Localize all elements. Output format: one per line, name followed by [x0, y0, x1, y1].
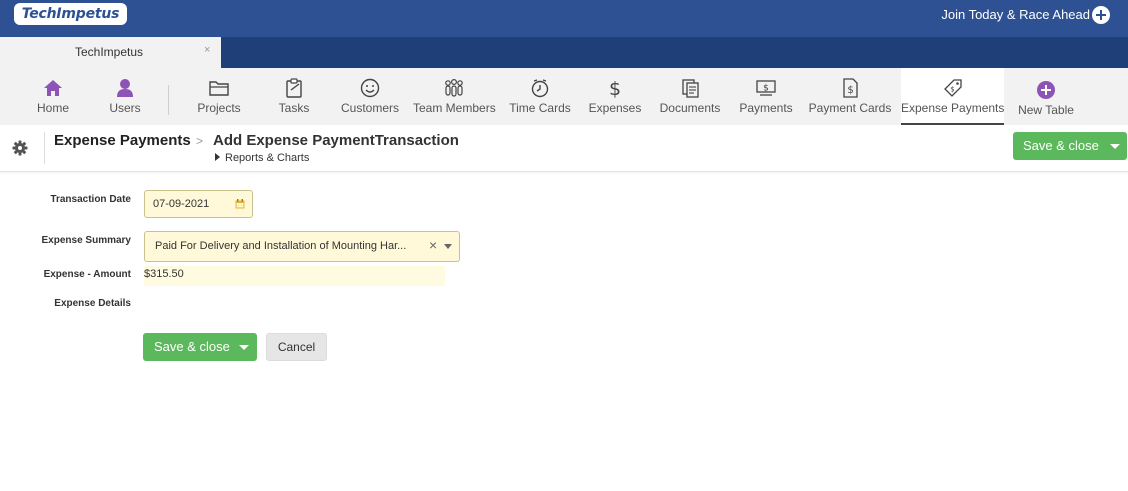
payment-card-icon: $	[843, 78, 858, 98]
tab-bar: TechImpetus ×	[0, 37, 1128, 68]
clock-icon	[531, 79, 549, 98]
expense-details-label: Expense Details	[54, 298, 131, 309]
nav-item-tasks[interactable]: Tasks	[264, 68, 324, 125]
page-title: Add Expense PaymentTransaction	[213, 132, 459, 149]
tab-techimpetus[interactable]: TechImpetus ×	[0, 37, 221, 68]
nav-item-users[interactable]: Users	[95, 68, 155, 125]
header-save-close-button[interactable]: Save & close	[1013, 132, 1127, 160]
nav-item-expense-payments[interactable]: $ Expense Payments	[901, 68, 1004, 125]
documents-icon	[682, 79, 699, 98]
nav-label: Team Members	[413, 101, 496, 115]
svg-text:$: $	[847, 85, 853, 96]
folder-icon	[209, 81, 229, 96]
page-header: Expense Payments > Add Expense PaymentTr…	[0, 125, 1128, 172]
calendar-icon[interactable]	[235, 199, 245, 209]
nav-label: Payment Cards	[808, 101, 892, 115]
expense-amount-value: $315.50	[144, 268, 184, 280]
nav-item-payments[interactable]: $ Payments	[736, 68, 796, 125]
reports-charts-label: Reports & Charts	[225, 152, 310, 164]
top-header: TechImpetus Join Today & Race Ahead	[0, 0, 1128, 37]
join-link[interactable]: Join Today & Race Ahead	[941, 7, 1090, 23]
tag-icon: $	[943, 79, 962, 97]
nav-label: Tasks	[278, 101, 310, 115]
caret-right-icon	[215, 153, 220, 161]
nav-item-expenses[interactable]: $ Expenses	[585, 68, 645, 125]
transaction-date-input[interactable]: 07-09-2021	[144, 190, 253, 218]
logo[interactable]: TechImpetus	[14, 3, 127, 25]
svg-text:$: $	[609, 78, 621, 98]
expense-amount-label: Expense - Amount	[43, 269, 131, 280]
transaction-date-value: 07-09-2021	[153, 198, 210, 210]
nav-label: Documents	[659, 101, 721, 115]
header-divider	[44, 132, 45, 164]
plus-circle-icon	[1037, 81, 1055, 99]
expense-summary-select[interactable]: Paid For Delivery and Installation of Mo…	[144, 231, 460, 262]
nav-label: Users	[109, 101, 141, 115]
nav-item-team-members[interactable]: Team Members	[413, 68, 496, 125]
nav-label: Time Cards	[509, 101, 571, 115]
svg-text:$: $	[950, 86, 954, 94]
chevron-down-icon[interactable]	[444, 244, 452, 249]
save-close-button[interactable]: Save & close	[143, 333, 257, 361]
expense-amount-field: $315.50	[144, 266, 445, 286]
nav-label: Projects	[197, 101, 241, 115]
svg-text:$: $	[763, 84, 769, 94]
chevron-down-icon[interactable]	[239, 345, 249, 350]
nav-toolbar: Home Users Projects Tasks Customers Team…	[0, 68, 1128, 125]
dollar-icon: $	[609, 78, 621, 98]
nav-label: Home	[36, 101, 69, 115]
expense-summary-value: Paid For Delivery and Installation of Mo…	[155, 240, 407, 252]
nav-label: Expenses	[588, 101, 642, 115]
nav-item-new-table[interactable]: New Table	[1014, 68, 1078, 125]
save-close-label: Save & close	[1023, 138, 1099, 153]
nav-item-home[interactable]: Home	[22, 68, 84, 125]
cancel-button[interactable]: Cancel	[266, 333, 327, 361]
breadcrumb[interactable]: Expense Payments	[54, 132, 191, 149]
nav-label: New Table	[1018, 103, 1074, 117]
nav-item-customers[interactable]: Customers	[337, 68, 403, 125]
payment-icon: $	[756, 80, 776, 96]
home-icon	[44, 80, 62, 96]
chevron-down-icon[interactable]	[1110, 144, 1120, 149]
chevron-right-icon: >	[196, 134, 204, 148]
nav-label: Payments	[739, 101, 793, 115]
expense-summary-label: Expense Summary	[41, 235, 132, 246]
clear-icon[interactable]: ×	[429, 237, 437, 253]
clipboard-icon	[286, 78, 302, 98]
save-close-label: Save & close	[154, 339, 230, 354]
transaction-date-label: Transaction Date	[50, 194, 131, 205]
user-icon	[117, 79, 133, 97]
nav-label: Expense Payments	[901, 101, 1005, 115]
plus-circle-icon[interactable]	[1092, 6, 1110, 24]
nav-label: Customers	[340, 101, 399, 115]
nav-divider	[168, 85, 169, 115]
gear-icon[interactable]	[12, 140, 28, 156]
reports-charts-link[interactable]: Reports & Charts	[215, 152, 309, 164]
tab-label: TechImpetus	[75, 45, 144, 59]
nav-item-payment-cards[interactable]: $ Payment Cards	[808, 68, 892, 125]
team-icon	[445, 78, 463, 97]
nav-item-time-cards[interactable]: Time Cards	[507, 68, 573, 125]
nav-item-projects[interactable]: Projects	[186, 68, 252, 125]
nav-item-documents[interactable]: Documents	[657, 68, 723, 125]
smiley-icon	[360, 78, 380, 98]
close-icon[interactable]: ×	[204, 44, 210, 56]
